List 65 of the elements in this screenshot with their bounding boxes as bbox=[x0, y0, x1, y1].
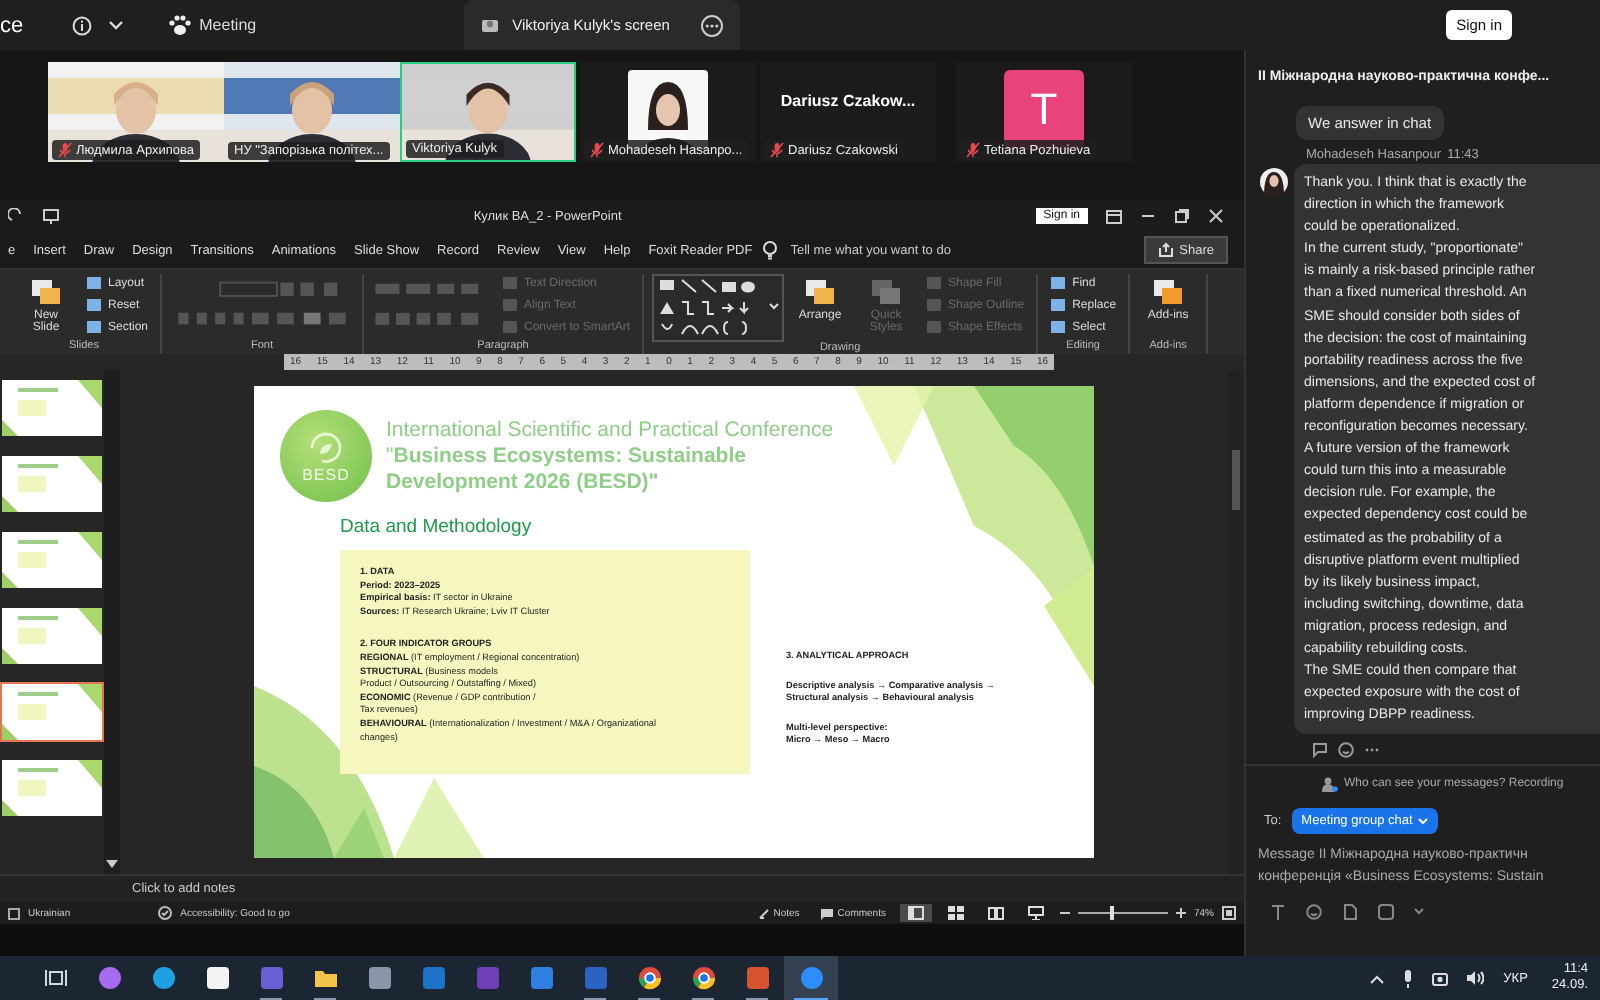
normal-view-button[interactable] bbox=[899, 904, 932, 922]
presenter-icon[interactable] bbox=[42, 208, 60, 224]
avatar-initial: T bbox=[1030, 84, 1058, 136]
fit-to-window-icon[interactable] bbox=[1222, 906, 1236, 920]
scroll-down-icon[interactable] bbox=[106, 860, 118, 870]
slide-thumbnail[interactable] bbox=[0, 454, 104, 514]
slide-thumbnail[interactable] bbox=[0, 682, 104, 742]
zoom-in-icon[interactable] bbox=[1175, 908, 1186, 918]
lightbulb-icon bbox=[762, 240, 779, 260]
slide-thumbnail[interactable] bbox=[0, 758, 104, 818]
zoom-out-icon[interactable] bbox=[1059, 908, 1070, 918]
ribbon-display-icon[interactable] bbox=[1106, 209, 1122, 223]
task-view-icon bbox=[43, 966, 67, 990]
slide-thumbnail[interactable] bbox=[0, 378, 104, 438]
file-icon[interactable] bbox=[1342, 904, 1358, 921]
spellcheck-icon bbox=[8, 907, 20, 919]
chrome-icon bbox=[691, 966, 715, 990]
slide-thumbnail[interactable] bbox=[0, 606, 104, 666]
text-format-icon[interactable] bbox=[1270, 904, 1286, 921]
participant-name: Dariusz Czakow... bbox=[780, 92, 916, 110]
slide-thumbnail[interactable] bbox=[0, 530, 104, 590]
comment-icon bbox=[819, 907, 834, 919]
browser-icon bbox=[151, 966, 175, 990]
ribbon-button-icon bbox=[30, 278, 62, 306]
emoji-icon[interactable] bbox=[1306, 904, 1322, 921]
info-icon[interactable] bbox=[71, 15, 92, 35]
logo-text: BESD bbox=[302, 465, 350, 483]
presentation-app-icon bbox=[745, 966, 769, 990]
restore-icon[interactable] bbox=[1174, 208, 1190, 224]
accessibility-icon bbox=[158, 906, 173, 920]
chrome-icon bbox=[637, 966, 661, 990]
share-icon bbox=[1157, 242, 1174, 258]
chevron-up-icon[interactable] bbox=[1369, 973, 1384, 983]
screenshot-icon[interactable] bbox=[1378, 904, 1394, 921]
microphone-icon[interactable] bbox=[1401, 969, 1414, 987]
square-app-icon bbox=[475, 966, 499, 990]
avatar bbox=[1260, 168, 1288, 196]
ribbon-button-icon bbox=[1152, 278, 1185, 306]
chevron-down-icon bbox=[1418, 817, 1429, 826]
slide-title: International Scientific and Practical Conference "Business Ecosystems: Sustainable Development 2026 (BESD)" bbox=[386, 417, 836, 495]
people-icon bbox=[1322, 776, 1338, 793]
window-title: ce bbox=[0, 13, 24, 37]
notes-icon bbox=[757, 907, 770, 919]
mail-icon bbox=[421, 966, 445, 990]
close-icon[interactable] bbox=[1208, 208, 1224, 224]
shape-gallery-drawing[interactable] bbox=[652, 274, 785, 342]
document-scan-icon bbox=[529, 966, 553, 990]
store-bag-icon bbox=[205, 966, 229, 990]
redo-icon[interactable] bbox=[8, 208, 24, 224]
more-icon[interactable] bbox=[700, 13, 725, 37]
reply-icon[interactable] bbox=[1312, 742, 1328, 759]
meeting-label[interactable]: Meeting bbox=[199, 16, 257, 34]
slide-heading: Data and Methodology bbox=[340, 516, 534, 538]
screen-icon bbox=[480, 15, 501, 35]
ribbon-button-icon bbox=[870, 278, 903, 306]
emoji-icon[interactable] bbox=[1338, 742, 1354, 759]
word-document-icon bbox=[583, 966, 607, 990]
video-app-icon bbox=[799, 966, 823, 990]
folder-icon bbox=[313, 966, 337, 990]
speaker-icon[interactable] bbox=[1465, 970, 1484, 986]
paw-icon bbox=[167, 14, 192, 36]
camera-icon[interactable] bbox=[1431, 970, 1448, 986]
ribbon-button-icon bbox=[804, 278, 837, 306]
swirl-icon bbox=[97, 966, 121, 990]
calculator-icon bbox=[367, 966, 391, 990]
